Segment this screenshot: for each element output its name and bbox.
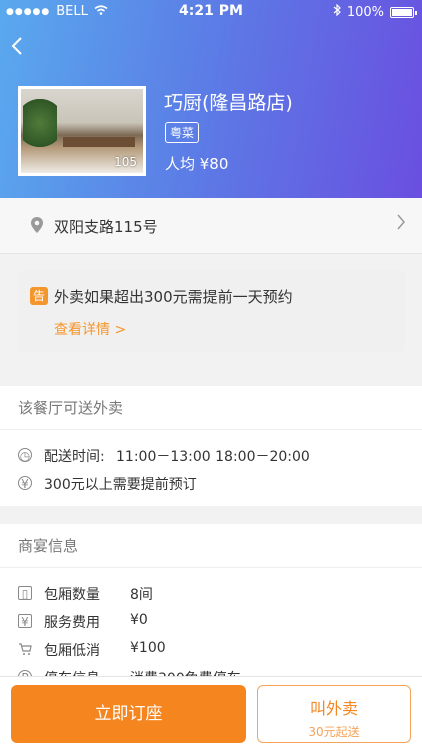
delivery-time-value: 11:00－13:00 18:00－20:00 [116,449,310,465]
delivery-time-label: 配送时间: [44,449,105,465]
delivery-notice: 告 外卖如果超出300元需提前一天预约 查看详情 > [18,270,405,352]
banquet-row: ¥ 服务费用 ¥0 [0,610,422,636]
banquet-row-key: 包厢数量 [44,587,100,603]
banquet-row: ▯ 包厢数量 8间 [0,582,422,608]
fee-icon: ¥ [18,614,32,629]
banquet-row-value: ¥100 [130,640,166,656]
bluetooth-icon [333,3,341,20]
delivery-minimum: 30元起送 [308,725,360,739]
address-text: 双阳支路115号 [54,218,158,236]
door-icon: ▯ [18,586,32,601]
delivery-header: 该餐厅可送外卖 [0,386,422,430]
location-pin-icon [30,216,44,234]
notice-badge: 告 [30,287,48,305]
banquet-header: 商宴信息 [0,524,422,568]
book-now-button[interactable]: 立即订座 [11,685,246,743]
restaurant-photo[interactable]: 105 [18,86,146,176]
battery-icon [390,6,417,18]
order-delivery-button[interactable]: 叫外卖 30元起送 [257,685,411,743]
advance-order-row: ¥ 300元以上需要提前预订 [0,472,422,498]
clock-icon: ◷ [18,448,32,463]
banquet-section: 商宴信息 ▯ 包厢数量 8间 ¥ 服务费用 ¥0 包厢低消 ¥100 P 停车信… [0,524,422,687]
action-footer: 立即订座 叫外卖 30元起送 [0,676,422,750]
order-delivery-label: 叫外卖 [309,699,358,718]
chevron-right-icon [396,212,406,238]
cuisine-tag: 粤菜 [165,122,200,143]
banquet-row-value: ¥0 [130,612,148,628]
yen-icon: ¥ [18,476,32,491]
status-bar: ●●●●● BELL 4:21 PM 100% [0,0,422,24]
photo-count: 105 [114,155,137,169]
delivery-section: 该餐厅可送外卖 ◷ 配送时间: 11:00－13:00 18:00－20:00 … [0,386,422,506]
restaurant-header: ●●●●● BELL 4:21 PM 100% 105 巧厨(隆昌路店) 粤菜 … [0,0,422,198]
photo-plant [23,99,57,159]
banquet-row: 包厢低消 ¥100 [0,638,422,664]
banquet-row-key: 服务费用 [44,615,100,631]
battery-label: 100% [346,4,384,20]
notice-message: 外卖如果超出300元需提前一天预约 [54,288,293,306]
advance-order-note: 300元以上需要提前预订 [44,477,197,493]
delivery-time-row: ◷ 配送时间: 11:00－13:00 18:00－20:00 [0,444,422,470]
back-button[interactable] [10,36,34,60]
banquet-row-value: 8间 [130,587,153,603]
banquet-row-key: 包厢低消 [44,643,100,659]
restaurant-name: 巧厨(隆昌路店) [164,92,293,114]
average-price: 人均 ¥80 [165,155,229,173]
view-details-link[interactable]: 查看详情 > [54,319,126,339]
address-row[interactable]: 双阳支路115号 [0,198,422,254]
cart-icon [18,642,32,656]
photo-table [63,137,135,147]
